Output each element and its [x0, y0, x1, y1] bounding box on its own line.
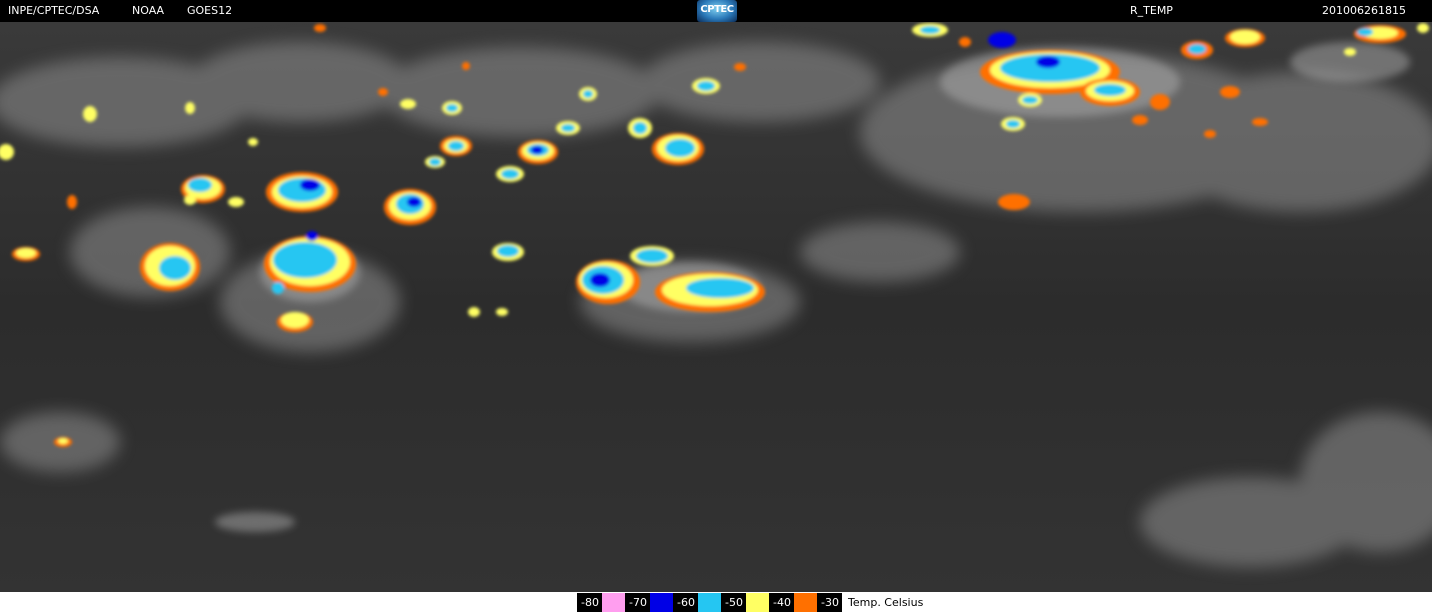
satellite-image-canvas — [0, 22, 1432, 592]
legend-swatch — [698, 593, 721, 612]
satellite-image — [0, 22, 1432, 592]
legend-swatch — [794, 593, 817, 612]
legend-label: -30 — [817, 593, 842, 612]
legend-label: -40 — [769, 593, 794, 612]
product-label: R_TEMP — [1130, 4, 1173, 17]
legend-swatch — [650, 593, 673, 612]
org-label: INPE/CPTEC/DSA — [8, 4, 100, 17]
legend-swatch — [602, 593, 625, 612]
temperature-legend: -80 -70 -60 -50 -40 -30 Temp. Celsius — [577, 593, 924, 612]
legend-label: -70 — [625, 593, 650, 612]
legend-swatch — [746, 593, 769, 612]
legend-label: -50 — [721, 593, 746, 612]
agency-label: NOAA — [132, 4, 165, 17]
cptec-logo-icon: CPTEC — [697, 0, 737, 22]
image-header: INPE/CPTEC/DSA NOAA GOES12 CPTEC R_TEMP … — [0, 0, 1432, 22]
legend-unit-label: Temp. Celsius — [842, 593, 924, 612]
legend-label: -80 — [577, 593, 602, 612]
legend-label: -60 — [673, 593, 698, 612]
logo-text: CPTEC — [700, 4, 734, 15]
legend-bar: -80 -70 -60 -50 -40 -30 Temp. Celsius — [0, 592, 1432, 613]
satellite-label: GOES12 — [187, 4, 233, 17]
timestamp-label: 201006261815 — [1322, 4, 1406, 17]
